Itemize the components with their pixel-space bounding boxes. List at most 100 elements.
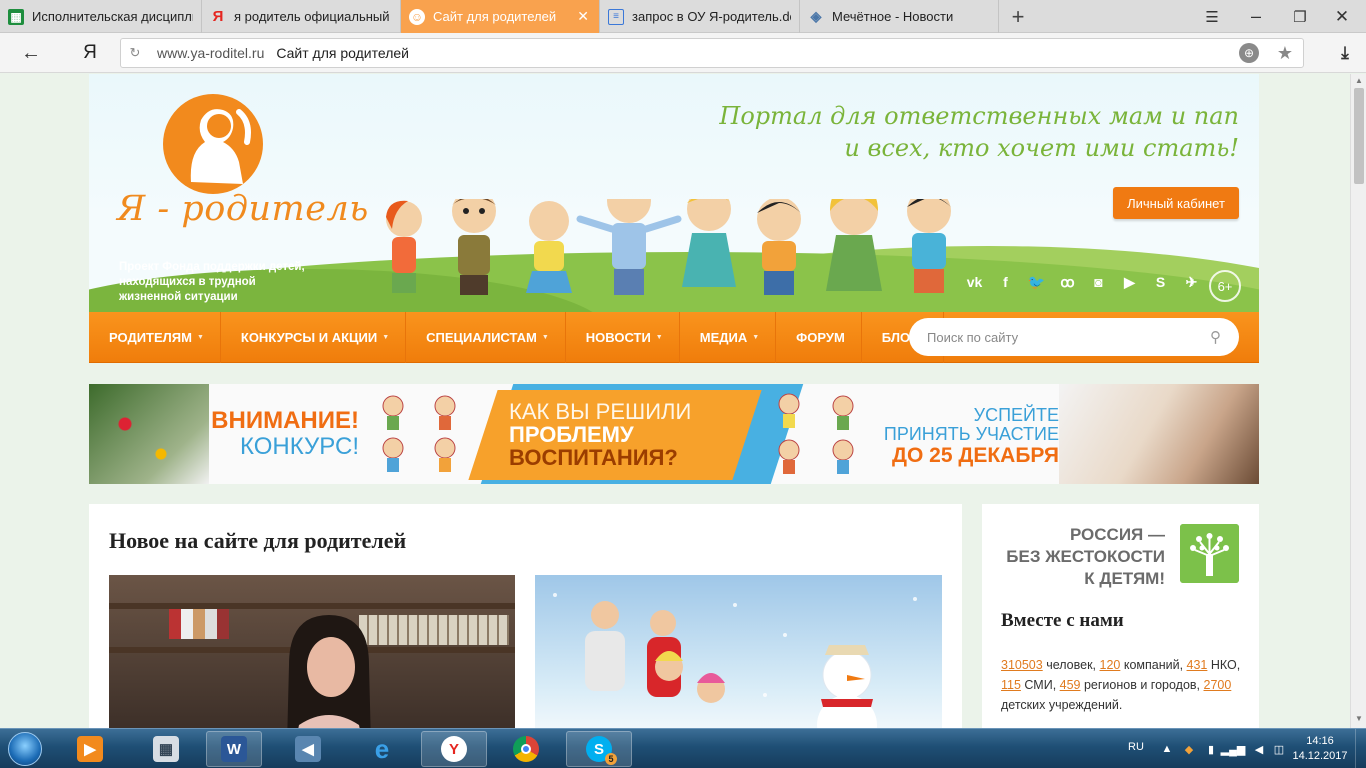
taskbar-internet-explorer[interactable]: e (354, 731, 410, 767)
tab-yandex-search[interactable]: Я я родитель официальный с (202, 0, 401, 33)
tab-document[interactable]: ≡ запрос в ОУ Я-родитель.do (600, 0, 800, 33)
tray-expand-icon[interactable]: ▲ (1160, 742, 1174, 756)
nav-item-forum[interactable]: ФОРУМ (776, 312, 862, 363)
taskbar-volume[interactable]: ◀ (280, 731, 336, 767)
address-bar: ← Я ↻ www.ya-roditel.ru Сайт для родител… (0, 33, 1366, 73)
banner-attention: ВНИМАНИЕ! КОНКУРС! (187, 408, 359, 460)
chevron-down-icon: ▼ (541, 334, 549, 341)
site-logo-text[interactable]: Я - родитель (117, 189, 369, 229)
nav-label: КОНКУРСЫ И АКЦИИ (240, 330, 378, 345)
scroll-thumb[interactable] (1354, 88, 1364, 184)
banner-text: ВОСПИТАНИЯ? (509, 445, 678, 470)
new-tab-button[interactable]: + (1004, 0, 1032, 33)
campaign-banner-text[interactable]: РОССИЯ — БЕЗ ЖЕСТОКОСТИ К ДЕТЯМ! (1006, 524, 1165, 590)
windows-taskbar: ▶ ▦ W ◀ e Y S 5 RU ▲ ◆ ▮ ▂▄▆ ◀ ◫ 14:16 1… (0, 728, 1366, 768)
volume-tray-icon[interactable]: ◀ (1252, 742, 1266, 756)
show-desktop-button[interactable] (1355, 729, 1366, 768)
nav-item-parents[interactable]: РОДИТЕЛЯМ ▼ (89, 312, 221, 363)
contest-banner[interactable]: ВНИМАНИЕ! КОНКУРС! КАК ВЫ РЕШИЛИ ПРОБЛЕМ… (89, 384, 1259, 484)
stat-text: регионов и городов, (1080, 678, 1204, 692)
scroll-down-icon[interactable]: ▼ (1353, 714, 1365, 724)
system-clock[interactable]: 14:16 14.12.2017 (1290, 734, 1350, 764)
web-page: Я - родитель Проект Фонда поддержки дете… (0, 74, 1350, 728)
banner-text: УСПЕЙТЕ (973, 405, 1059, 425)
minimize-button[interactable]: – (1236, 0, 1276, 33)
tagline-line: и всех, кто хочет ими стать! (844, 134, 1239, 162)
telegram-icon[interactable]: ✈ (1176, 270, 1207, 294)
stat-link-companies[interactable]: 120 (1100, 658, 1121, 672)
language-indicator[interactable]: RU (1128, 741, 1144, 753)
bookmark-star-icon[interactable]: ★ (1277, 43, 1293, 64)
vertical-scrollbar[interactable]: ▲ ▼ (1350, 74, 1366, 728)
news-card-image[interactable] (109, 575, 515, 728)
stat-link-people[interactable]: 310503 (1001, 658, 1043, 672)
taskbar-media-player[interactable]: ▶ (62, 731, 118, 767)
calculator-icon: ▦ (153, 736, 179, 762)
nav-item-media[interactable]: МЕДИА ▼ (680, 312, 777, 363)
tray-device-icon[interactable]: ▮ (1204, 742, 1218, 756)
winter-family-image (553, 593, 917, 728)
nav-item-news[interactable]: НОВОСТИ ▼ (566, 312, 680, 363)
protect-icon[interactable]: ⊕ (1239, 43, 1259, 63)
search-input[interactable] (927, 329, 1210, 345)
twitter-icon[interactable]: 🐦 (1021, 270, 1052, 294)
tab-vk-news[interactable]: ◈ Мечётное - Новости (800, 0, 999, 33)
stat-text: компаний, (1120, 658, 1187, 672)
tray-app-icon[interactable]: ◆ (1182, 742, 1196, 756)
language-bar-icon[interactable]: ◫ (1272, 742, 1286, 756)
yandex-home-button[interactable]: Я (80, 41, 100, 65)
kid-figure (526, 201, 572, 293)
hand-tree-icon[interactable] (1180, 524, 1239, 583)
scroll-up-icon[interactable]: ▲ (1353, 76, 1365, 86)
instagram-icon[interactable]: ◙ (1083, 270, 1114, 294)
media-player-icon: ▶ (77, 736, 103, 762)
vk-icon[interactable]: vk (959, 270, 990, 294)
stat-text: СМИ, (1020, 678, 1060, 692)
sidebar: РОССИЯ — БЕЗ ЖЕСТОКОСТИ К ДЕТЯМ! Вместе … (982, 504, 1259, 728)
social-links: vk f 🐦 ꝏ ◙ ▶ S ✈ (959, 270, 1207, 294)
odnoklassniki-icon[interactable]: ꝏ (1052, 270, 1083, 294)
personal-cabinet-button[interactable]: Личный кабинет (1113, 187, 1239, 219)
url-field[interactable]: ↻ www.ya-roditel.ru Сайт для родителей ⊕… (120, 38, 1304, 68)
search-icon[interactable]: ⚲ (1210, 328, 1221, 346)
stat-link-nko[interactable]: 431 (1187, 658, 1208, 672)
network-icon[interactable]: ▂▄▆ (1221, 742, 1246, 756)
news-card-image[interactable] (535, 575, 942, 728)
internet-explorer-icon: e (374, 733, 390, 764)
logo-icon[interactable] (161, 92, 265, 196)
taskbar-chrome[interactable] (498, 731, 554, 767)
woman-portrait (287, 615, 371, 728)
close-window-button[interactable]: ✕ (1322, 0, 1362, 33)
chrome-icon (513, 736, 539, 762)
supporters-stats: 310503 человек, 120 компаний, 431 НКО, 1… (1001, 655, 1246, 715)
url-page-title: Сайт для родителей (276, 45, 409, 61)
taskbar-word[interactable]: W (206, 731, 262, 767)
close-icon[interactable]: ✕ (577, 8, 589, 25)
nav-item-specialists[interactable]: СПЕЦИАЛИСТАМ ▼ (406, 312, 566, 363)
kid-figure (576, 199, 682, 295)
site-icon: ☺ (409, 8, 425, 25)
tab-site-active[interactable]: ☺ Сайт для родителей ✕ (401, 0, 600, 33)
menu-icon[interactable]: ☰ (1192, 0, 1232, 33)
skype-icon[interactable]: S (1145, 270, 1176, 294)
youtube-icon[interactable]: ▶ (1114, 270, 1145, 294)
stat-link-regions[interactable]: 459 (1060, 678, 1081, 692)
reload-icon[interactable]: ↻ (121, 45, 149, 61)
nav-item-contests[interactable]: КОНКУРСЫ И АКЦИИ ▼ (221, 312, 407, 363)
back-button[interactable]: ← (18, 41, 44, 65)
banner-text: ПРИНЯТЬ УЧАСТИЕ (883, 424, 1059, 444)
taskbar-yandex-browser[interactable]: Y (421, 731, 487, 767)
tab-label: Исполнительская дисципли (32, 9, 193, 24)
download-icon[interactable]: ⤓ (1334, 41, 1356, 65)
tab-sheets[interactable]: ▦ Исполнительская дисципли (0, 0, 202, 33)
stat-link-institutions[interactable]: 2700 (1204, 678, 1232, 692)
stat-link-media[interactable]: 115 (1001, 678, 1021, 692)
kid-figure (826, 199, 882, 291)
taskbar-calculator[interactable]: ▦ (138, 731, 194, 767)
start-button[interactable] (4, 730, 46, 768)
taskbar-skype[interactable]: S 5 (566, 731, 632, 767)
banner-deadline: УСПЕЙТЕ ПРИНЯТЬ УЧАСТИЕ ДО 25 ДЕКАБРЯ (859, 406, 1059, 468)
facebook-icon[interactable]: f (990, 270, 1021, 294)
books-decoration (169, 609, 229, 639)
restore-button[interactable]: ❐ (1280, 0, 1320, 33)
